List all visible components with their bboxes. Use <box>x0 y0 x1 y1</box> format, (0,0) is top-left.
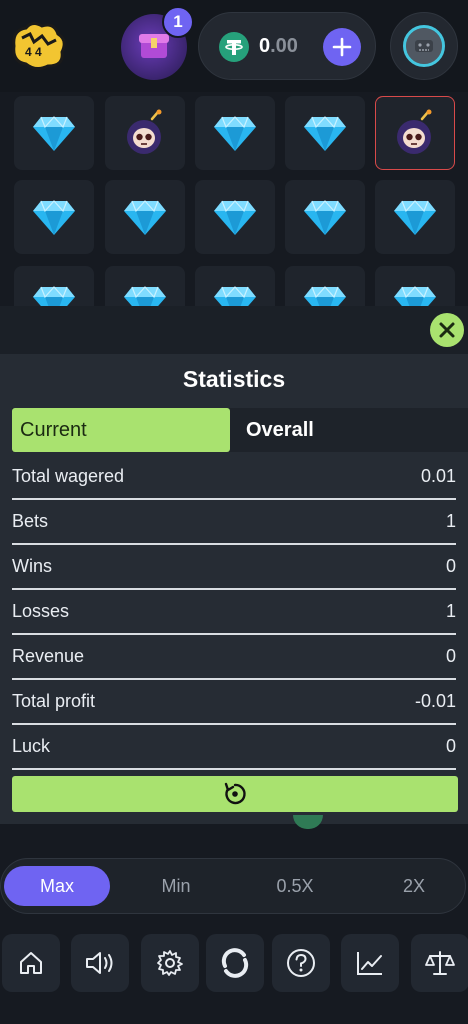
stat-value: 1 <box>445 601 456 621</box>
bomb-tile[interactable] <box>375 96 455 170</box>
bomb-icon <box>127 109 162 154</box>
gem-tile[interactable] <box>14 180 94 254</box>
min-button[interactable]: Min <box>123 866 229 906</box>
bomb-icon <box>397 109 432 154</box>
sound-button[interactable] <box>71 934 129 992</box>
stat-row-wins: Wins 0 <box>12 546 456 590</box>
top-bar: 4 4 1 0.00 <box>0 0 468 92</box>
tab-overall[interactable]: Overall <box>246 408 314 452</box>
stat-value: 1 <box>445 511 456 531</box>
chart-icon <box>357 952 382 975</box>
gem-tile[interactable] <box>195 180 275 254</box>
stat-row-total-wagered: Total wagered 0.01 <box>12 456 456 500</box>
stat-value: -0.01 <box>414 691 456 711</box>
statistics-panel: Statistics Current Overall Total wagered… <box>0 354 468 824</box>
stat-label: Wins <box>12 556 52 576</box>
stats-tabs: Current Overall <box>12 408 468 452</box>
settings-button[interactable] <box>141 934 199 992</box>
stat-label: Losses <box>12 601 70 621</box>
home-icon <box>20 952 42 974</box>
fairness-button[interactable] <box>411 934 468 992</box>
sync-icon <box>221 948 249 978</box>
help-button[interactable] <box>272 934 330 992</box>
diamond-icon <box>394 200 436 235</box>
question-icon <box>287 949 315 977</box>
reset-stats-button[interactable] <box>12 776 458 812</box>
half-bet-button[interactable]: 0.5X <box>242 866 348 906</box>
stat-row-luck: Luck 0 <box>12 726 456 770</box>
diamond-icon <box>304 116 346 151</box>
stat-label: Bets <box>12 511 49 531</box>
stat-row-total-profit: Total profit -0.01 <box>12 681 456 725</box>
stat-row-revenue: Revenue 0 <box>12 636 456 680</box>
home-button[interactable] <box>2 934 60 992</box>
stat-row-bets: Bets 1 <box>12 501 456 545</box>
balance-amount: 0.00 <box>259 35 298 57</box>
bet-multiplier-bar: Max Min 0.5X 2X <box>0 858 466 914</box>
bomb-tile[interactable] <box>105 96 185 170</box>
gem-tile[interactable] <box>285 96 365 170</box>
scales-icon <box>425 951 455 975</box>
gem-tile[interactable] <box>195 96 275 170</box>
gem-tile[interactable] <box>105 180 185 254</box>
gem-tile[interactable] <box>375 180 455 254</box>
tab-current[interactable]: Current <box>12 408 230 452</box>
close-icon <box>439 322 455 338</box>
diamond-icon <box>304 200 346 235</box>
statistics-title: Statistics <box>182 366 286 392</box>
stat-value: 0.01 <box>420 466 456 486</box>
stats-header-bar <box>0 306 468 354</box>
profile-button[interactable] <box>390 12 458 80</box>
stat-label: Luck <box>12 736 51 756</box>
diamond-icon <box>214 116 256 151</box>
plus-icon <box>332 37 352 57</box>
notification-badge: 1 <box>162 6 194 38</box>
diamond-icon <box>124 200 166 235</box>
gem-tile[interactable] <box>14 96 94 170</box>
svg-text:4 4: 4 4 <box>25 45 42 59</box>
wallet-balance[interactable]: 0.00 <box>198 12 376 80</box>
reset-icon <box>224 782 246 805</box>
site-logo[interactable]: 4 4 <box>8 16 68 74</box>
refresh-button[interactable] <box>206 934 264 992</box>
double-bet-button[interactable]: 2X <box>361 866 467 906</box>
diamond-icon <box>214 200 256 235</box>
gem-tile[interactable] <box>285 180 365 254</box>
tether-icon <box>219 32 249 62</box>
stat-label: Revenue <box>12 646 85 666</box>
mines-grid <box>14 94 468 314</box>
game-controls <box>0 824 468 1024</box>
stat-row-losses: Losses 1 <box>12 591 456 635</box>
stats-button[interactable] <box>341 934 399 992</box>
deposit-button[interactable] <box>323 28 361 66</box>
max-button[interactable]: Max <box>4 866 110 906</box>
speaker-icon <box>86 952 113 974</box>
stat-label: Total profit <box>12 691 96 711</box>
stat-label: Total wagered <box>12 466 125 486</box>
close-stats-button[interactable] <box>430 313 464 347</box>
diamond-icon <box>33 200 75 235</box>
stat-value: 0 <box>445 646 456 666</box>
stat-value: 0 <box>445 556 456 576</box>
gear-icon <box>157 950 183 976</box>
diamond-icon <box>33 116 75 151</box>
avatar <box>403 25 445 67</box>
stat-value: 0 <box>445 736 456 756</box>
